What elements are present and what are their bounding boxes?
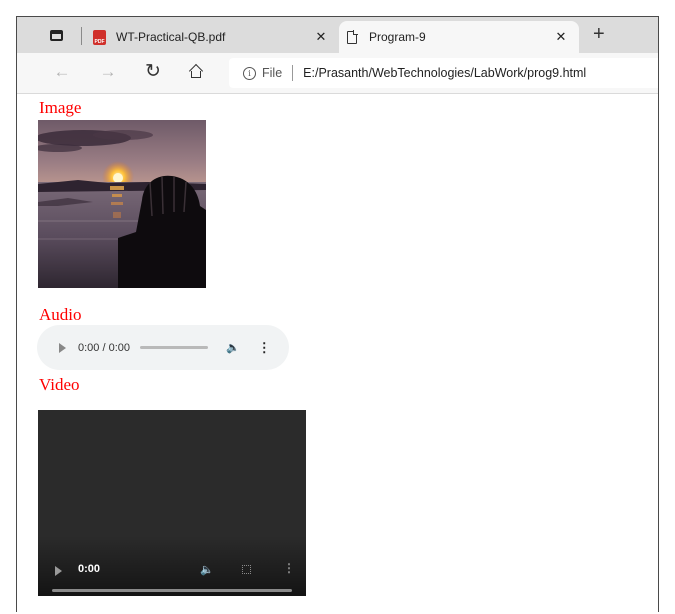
document-icon xyxy=(347,29,358,44)
back-button[interactable]: ← xyxy=(51,61,73,83)
forward-arrow-icon: → xyxy=(99,62,117,81)
close-tab-button[interactable]: ✕ xyxy=(551,29,571,45)
audio-heading: Audio xyxy=(39,305,82,324)
reload-icon: ↻ xyxy=(145,61,161,82)
browser-window: PDF WT-Practical-QB.pdf ✕ Program-9 ✕ + … xyxy=(16,16,659,612)
home-button[interactable] xyxy=(185,61,207,79)
video-player[interactable]: 0:00 🔈 ⋮ xyxy=(38,410,306,596)
video-heading: Video xyxy=(39,375,80,394)
tab-separator xyxy=(81,27,82,45)
video-time: 0:00 xyxy=(78,563,101,575)
scheme-label: File xyxy=(262,66,283,80)
tab-program-9[interactable]: Program-9 ✕ xyxy=(339,21,579,53)
video-seek-bar[interactable] xyxy=(52,589,292,592)
tab-actions-menu[interactable] xyxy=(45,26,67,44)
fullscreen-icon[interactable] xyxy=(242,565,251,574)
tab-title: Program-9 xyxy=(369,30,426,44)
tab-pdf[interactable]: PDF WT-Practical-QB.pdf ✕ xyxy=(87,21,339,53)
more-options-icon[interactable]: ⋮ xyxy=(258,340,271,356)
reload-button[interactable]: ↻ xyxy=(142,61,164,83)
home-icon xyxy=(188,63,204,79)
tab-title: WT-Practical-QB.pdf xyxy=(116,30,226,44)
sunset-image xyxy=(38,120,206,288)
address-bar[interactable]: i File E:/Prasanth/WebTechnologies/LabWo… xyxy=(229,58,658,88)
play-icon[interactable] xyxy=(59,342,66,353)
audio-player[interactable]: 0:00 / 0:00 🔈 ⋮ xyxy=(37,325,289,370)
tab-actions-icon xyxy=(49,29,63,41)
image-heading: Image xyxy=(39,98,82,117)
audio-time: 0:00 / 0:00 xyxy=(78,341,130,354)
audio-seek-bar[interactable] xyxy=(140,346,208,349)
back-arrow-icon: ← xyxy=(53,62,71,81)
tab-strip: PDF WT-Practical-QB.pdf ✕ Program-9 ✕ + xyxy=(17,17,658,53)
info-icon[interactable]: i xyxy=(243,66,256,80)
play-icon[interactable] xyxy=(55,566,62,576)
more-options-icon[interactable]: ⋮ xyxy=(283,561,295,575)
new-tab-button[interactable]: + xyxy=(593,23,605,45)
page-content: Image Audio 0:00 / 0:00 🔈 ⋮ Video 0:00 🔈… xyxy=(17,94,658,612)
pdf-icon: PDF xyxy=(93,29,106,45)
address-separator xyxy=(292,65,294,81)
navigation-toolbar: ← → ↻ i File E:/Prasanth/WebTechnologies… xyxy=(17,53,658,94)
forward-button[interactable]: → xyxy=(97,61,119,83)
volume-icon[interactable]: 🔈 xyxy=(226,341,240,354)
volume-icon[interactable]: 🔈 xyxy=(200,563,214,576)
close-tab-button[interactable]: ✕ xyxy=(311,29,331,45)
url-text[interactable]: E:/Prasanth/WebTechnologies/LabWork/prog… xyxy=(303,66,586,80)
